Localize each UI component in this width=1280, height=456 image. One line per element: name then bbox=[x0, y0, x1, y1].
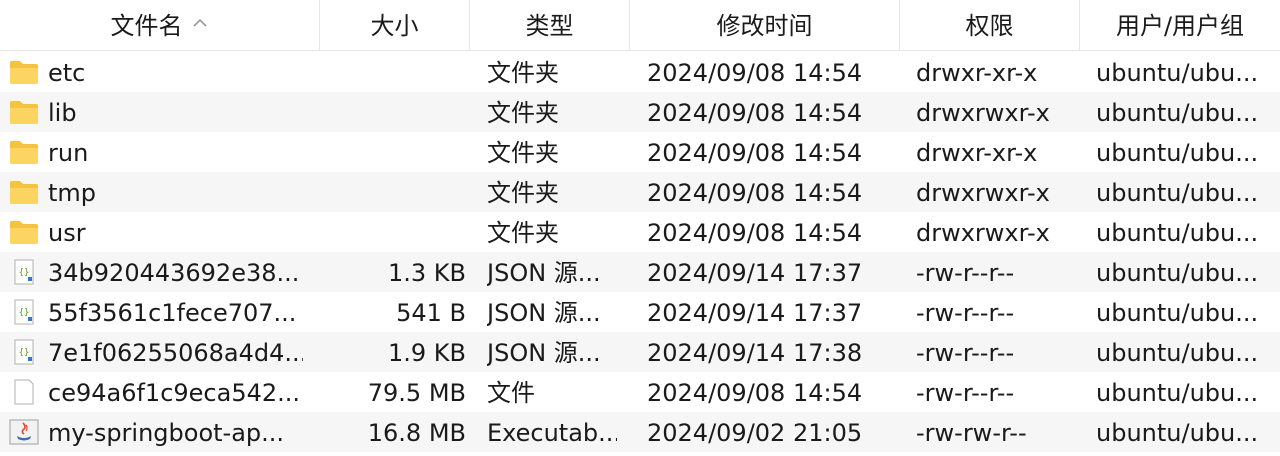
file-permissions: -rw-r--r-- bbox=[916, 299, 1015, 327]
file-size bbox=[320, 172, 466, 212]
file-owner: ubuntu/ubu... bbox=[1096, 59, 1259, 87]
file-modified: 2024/09/14 17:37 bbox=[647, 299, 863, 327]
file-name: usr bbox=[48, 219, 86, 247]
folder-icon bbox=[10, 141, 38, 164]
file-size bbox=[320, 132, 466, 172]
file-permissions: drwxrwxr-x bbox=[916, 179, 1050, 207]
file-type: 文件 bbox=[487, 379, 535, 407]
file-modified: 2024/09/08 14:54 bbox=[647, 99, 863, 127]
file-row[interactable]: {} 55f3561c1fece707... 541 B JSON 源... 2… bbox=[0, 292, 1280, 332]
file-modified: 2024/09/14 17:38 bbox=[647, 339, 863, 367]
file-size: 1.9 KB bbox=[388, 339, 466, 367]
file-owner: ubuntu/ubu... bbox=[1096, 339, 1259, 367]
file-permissions: -rw-r--r-- bbox=[916, 339, 1015, 367]
file-modified: 2024/09/08 14:54 bbox=[647, 379, 863, 407]
file-type: JSON 源... bbox=[487, 339, 601, 367]
file-list: etc 文件夹 2024/09/08 14:54 drwxr-xr-x ubun… bbox=[0, 52, 1280, 452]
svg-text:{}: {} bbox=[19, 348, 30, 358]
file-permissions: -rw-r--r-- bbox=[916, 379, 1015, 407]
file-type: JSON 源... bbox=[487, 259, 601, 287]
file-row[interactable]: run 文件夹 2024/09/08 14:54 drwxr-xr-x ubun… bbox=[0, 132, 1280, 172]
file-modified: 2024/09/08 14:54 bbox=[647, 179, 863, 207]
file-row[interactable]: my-springboot-ap... 16.8 MB Executab... … bbox=[0, 412, 1280, 452]
file-name: run bbox=[48, 139, 89, 167]
folder-icon bbox=[10, 61, 38, 84]
file-owner: ubuntu/ubu... bbox=[1096, 419, 1259, 447]
column-header-permissions-label: 权限 bbox=[965, 12, 1014, 40]
json-file-icon: {} bbox=[14, 339, 34, 365]
file-size: 16.8 MB bbox=[367, 419, 466, 447]
file-type: Executab... bbox=[487, 419, 617, 447]
json-file-icon: {} bbox=[14, 299, 34, 325]
file-type: 文件夹 bbox=[487, 139, 559, 167]
file-row[interactable]: ce94a6f1c9eca542... 79.5 MB 文件 2024/09/0… bbox=[0, 372, 1280, 412]
file-owner: ubuntu/ubu... bbox=[1096, 139, 1259, 167]
column-header-bar: 文件名 大小 类型 修改时间 权限 用户/用户组 bbox=[0, 0, 1280, 51]
file-type: 文件夹 bbox=[487, 179, 559, 207]
column-header-type-label: 类型 bbox=[525, 12, 574, 40]
file-permissions: -rw-rw-r-- bbox=[916, 419, 1027, 447]
java-jar-icon bbox=[9, 419, 39, 445]
file-owner: ubuntu/ubu... bbox=[1096, 299, 1259, 327]
file-name: 34b920443692e38... bbox=[48, 259, 300, 287]
folder-icon bbox=[10, 101, 38, 124]
file-name: etc bbox=[48, 59, 86, 87]
column-header-name[interactable]: 文件名 bbox=[0, 0, 320, 50]
file-modified: 2024/09/08 14:54 bbox=[647, 219, 863, 247]
file-owner: ubuntu/ubu... bbox=[1096, 99, 1259, 127]
file-row[interactable]: etc 文件夹 2024/09/08 14:54 drwxr-xr-x ubun… bbox=[0, 52, 1280, 92]
file-permissions: drwxr-xr-x bbox=[916, 139, 1038, 167]
column-header-type[interactable]: 类型 bbox=[470, 0, 630, 50]
json-file-icon: {} bbox=[14, 259, 34, 285]
file-permissions: drwxrwxr-x bbox=[916, 219, 1050, 247]
file-row[interactable]: lib 文件夹 2024/09/08 14:54 drwxrwxr-x ubun… bbox=[0, 92, 1280, 132]
chevron-up-icon bbox=[192, 18, 207, 27]
file-permissions: -rw-r--r-- bbox=[916, 259, 1015, 287]
file-modified: 2024/09/08 14:54 bbox=[647, 139, 863, 167]
file-type: 文件夹 bbox=[487, 219, 559, 247]
file-row[interactable]: usr 文件夹 2024/09/08 14:54 drwxrwxr-x ubun… bbox=[0, 212, 1280, 252]
file-size bbox=[320, 52, 466, 92]
file-owner: ubuntu/ubu... bbox=[1096, 259, 1259, 287]
file-size bbox=[320, 92, 466, 132]
svg-text:{}: {} bbox=[19, 268, 30, 278]
file-name: 55f3561c1fece707... bbox=[48, 299, 297, 327]
file-owner: ubuntu/ubu... bbox=[1096, 219, 1259, 247]
column-header-name-label: 文件名 bbox=[110, 12, 183, 40]
file-size: 1.3 KB bbox=[388, 259, 466, 287]
blank-file-icon bbox=[14, 379, 34, 405]
file-row[interactable]: {} 7e1f06255068a4d4... 1.9 KB JSON 源... … bbox=[0, 332, 1280, 372]
column-header-owner-label: 用户/用户组 bbox=[1115, 12, 1245, 40]
file-type: 文件夹 bbox=[487, 99, 559, 127]
file-size bbox=[320, 212, 466, 252]
file-type: 文件夹 bbox=[487, 59, 559, 87]
column-header-permissions[interactable]: 权限 bbox=[900, 0, 1080, 50]
file-row[interactable]: {} 34b920443692e38... 1.3 KB JSON 源... 2… bbox=[0, 252, 1280, 292]
file-modified: 2024/09/08 14:54 bbox=[647, 59, 863, 87]
file-size: 79.5 MB bbox=[367, 379, 466, 407]
file-permissions: drwxr-xr-x bbox=[916, 59, 1038, 87]
file-name: ce94a6f1c9eca542... bbox=[48, 379, 301, 407]
file-size: 541 B bbox=[396, 299, 466, 327]
column-header-modified[interactable]: 修改时间 bbox=[630, 0, 900, 50]
file-owner: ubuntu/ubu... bbox=[1096, 379, 1259, 407]
file-modified: 2024/09/14 17:37 bbox=[647, 259, 863, 287]
file-type: JSON 源... bbox=[487, 299, 601, 327]
file-name: tmp bbox=[48, 179, 97, 207]
file-name: 7e1f06255068a4d4... bbox=[48, 339, 303, 367]
column-header-size-label: 大小 bbox=[370, 12, 419, 40]
file-owner: ubuntu/ubu... bbox=[1096, 179, 1259, 207]
file-name: my-springboot-ap... bbox=[48, 419, 285, 447]
svg-text:{}: {} bbox=[19, 308, 30, 318]
file-name: lib bbox=[48, 99, 77, 127]
folder-icon bbox=[10, 221, 38, 244]
folder-icon bbox=[10, 181, 38, 204]
file-modified: 2024/09/02 21:05 bbox=[647, 419, 863, 447]
file-row[interactable]: tmp 文件夹 2024/09/08 14:54 drwxrwxr-x ubun… bbox=[0, 172, 1280, 212]
file-permissions: drwxrwxr-x bbox=[916, 99, 1050, 127]
column-header-owner[interactable]: 用户/用户组 bbox=[1080, 0, 1280, 50]
column-header-modified-label: 修改时间 bbox=[716, 12, 813, 40]
column-header-size[interactable]: 大小 bbox=[320, 0, 470, 50]
